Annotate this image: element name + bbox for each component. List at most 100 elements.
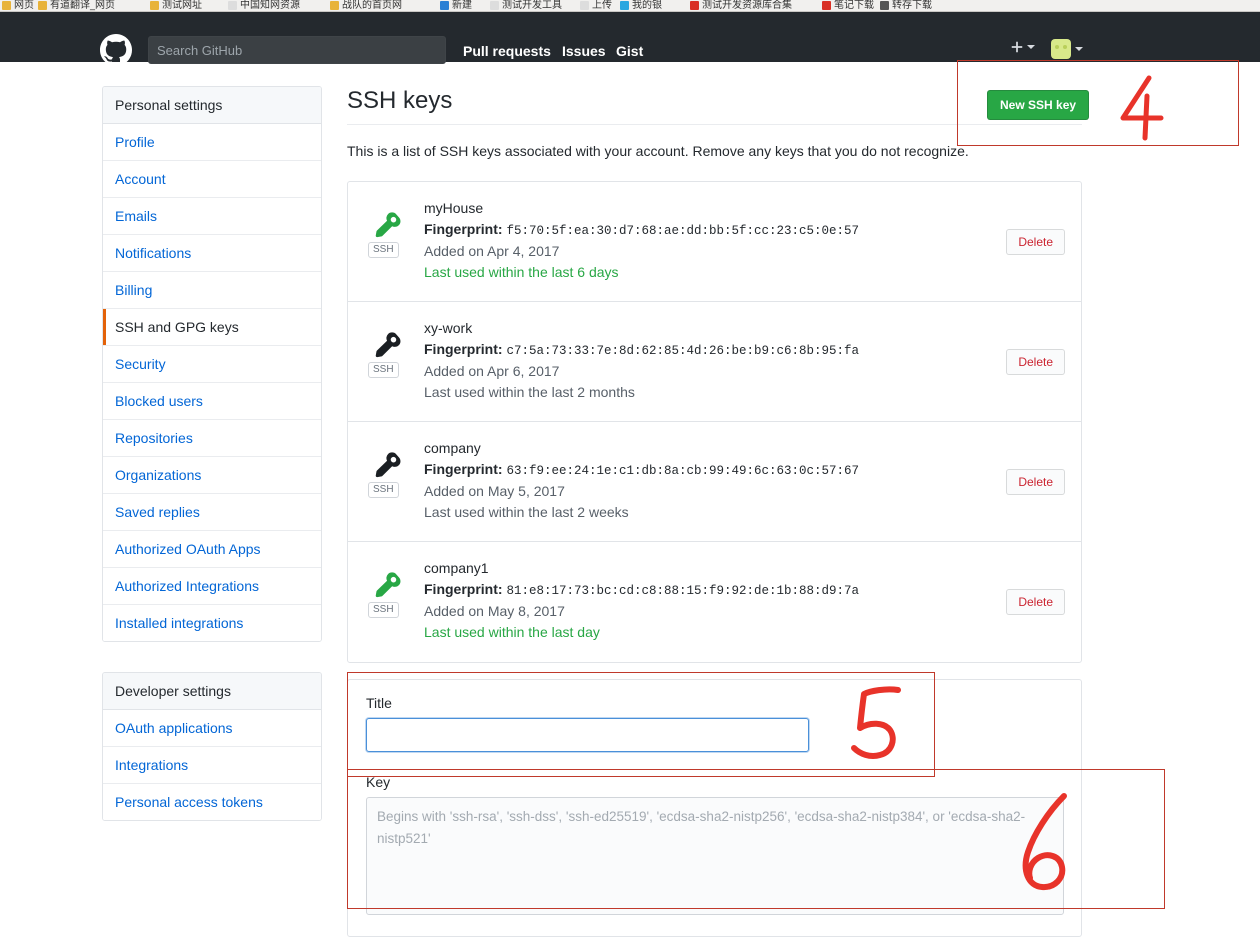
status-badge: SSH [368,362,399,378]
status-badge: SSH [368,242,399,258]
key-last-used: Last used within the last 2 months [424,384,635,400]
bookmark-favicon [150,1,159,10]
sidebar-item-profile[interactable]: Profile [103,124,321,161]
github-mark-icon[interactable] [100,34,132,66]
bookmark-favicon [620,1,629,10]
table-row: SSH company Fingerprint: 63:f9:ee:24:1e:… [348,422,1081,542]
github-header: Pull requests Issues Gist [0,12,1260,66]
bookmark-item[interactable]: 笔记下载 [834,0,874,11]
title-label: Title [366,695,392,711]
fingerprint-value: 63:f9:ee:24:1e:c1:db:8a:cb:99:49:6c:63:0… [506,464,859,478]
sidebar-item-account[interactable]: Account [103,161,321,198]
account-menu[interactable] [1051,39,1083,59]
bookmark-item[interactable]: 新建 [452,0,472,11]
key-title: xy-work [424,320,473,336]
sidebar-item-security[interactable]: Security [103,346,321,383]
bookmark-favicon [440,1,449,10]
developer-settings-group: Developer settings OAuth applications In… [102,672,322,821]
bookmark-item[interactable]: 转存下载 [892,0,932,11]
key-added-date: Added on Apr 6, 2017 [424,363,560,379]
key-added-date: Added on May 5, 2017 [424,483,565,499]
nav-gist[interactable]: Gist [616,43,643,59]
new-ssh-key-form: Title Key [347,679,1082,937]
fingerprint-label: Fingerprint: [424,341,503,357]
bookmark-item[interactable]: 战队的首页网 [342,0,402,11]
key-field-block: Key [366,774,1064,918]
key-last-used: Last used within the last 2 weeks [424,504,629,520]
bookmark-item[interactable]: 有道翻译_网页 [50,0,115,11]
keys-description: This is a list of SSH keys associated wi… [347,143,969,159]
bookmark-item[interactable]: 网页 [14,0,34,11]
key-details: company1 Fingerprint: 81:e8:17:73:bc:cd:… [424,556,1006,640]
key-fingerprint: Fingerprint: 63:f9:ee:24:1e:c1:db:8a:cb:… [424,461,1006,478]
key-icon [375,332,401,358]
main-content: SSH keys This is a list of SSH keys asso… [347,86,1082,937]
bookmark-favicon [822,1,831,10]
key-textarea[interactable] [366,797,1064,915]
key-details: myHouse Fingerprint: f5:70:5f:ea:30:d7:6… [424,196,1006,280]
sidebar-item-integrations[interactable]: Integrations [103,747,321,784]
chevron-down-icon [1075,47,1083,51]
bookmark-item[interactable]: 测试开发工具 [502,0,562,11]
sidebar-item-authorized-integrations[interactable]: Authorized Integrations [103,568,321,605]
browser-bookmarks-bar[interactable]: 网页 有道翻译_网页 测试网址 中国知网资源 战队的首页网 新建 测试开发工具 上传 我的银 测试… [0,0,1260,12]
key-icon-group: SSH [368,436,424,498]
sidebar-item-installed-integrations[interactable]: Installed integrations [103,605,321,641]
title-input[interactable] [366,718,809,752]
annotation-number-4 [1120,75,1164,141]
delete-button[interactable]: Delete [1006,468,1065,495]
status-badge: SSH [368,482,399,498]
nav-pull-requests[interactable]: Pull requests [463,43,551,59]
sidebar-item-blocked-users[interactable]: Blocked users [103,383,321,420]
status-badge: SSH [368,602,399,618]
sidebar-item-ssh-and-gpg-keys[interactable]: SSH and GPG keys [103,309,321,346]
create-new-menu[interactable] [1010,40,1035,54]
new-ssh-key-button[interactable]: New SSH key [987,90,1090,120]
key-icon [375,212,401,238]
delete-button[interactable]: Delete [1006,589,1065,615]
sidebar-item-personal-access-tokens[interactable]: Personal access tokens [103,784,321,820]
table-row: SSH company1 Fingerprint: 81:e8:17:73:bc… [348,542,1081,662]
table-row: SSH myHouse Fingerprint: f5:70:5f:ea:30:… [348,182,1081,302]
bookmark-favicon [690,1,699,10]
sidebar-item-repositories[interactable]: Repositories [103,420,321,457]
key-icon-group: SSH [368,196,424,258]
delete-button[interactable]: Delete [1006,348,1065,375]
bookmark-favicon [2,1,11,10]
bookmark-item[interactable]: 我的银 [632,0,662,11]
key-fingerprint: Fingerprint: f5:70:5f:ea:30:d7:68:ae:dd:… [424,221,1006,238]
developer-settings-heading: Developer settings [103,673,321,710]
delete-button[interactable]: Delete [1006,228,1065,255]
sidebar-item-authorized-oauth-apps[interactable]: Authorized OAuth Apps [103,531,321,568]
bookmark-favicon [330,1,339,10]
bookmark-favicon [580,1,589,10]
key-icon-group: SSH [368,556,424,618]
key-icon [375,452,401,478]
nav-issues[interactable]: Issues [562,43,606,59]
settings-sidebar: Personal settings Profile Account Emails… [102,86,322,821]
sidebar-item-oauth-applications[interactable]: OAuth applications [103,710,321,747]
plus-icon [1011,41,1023,53]
sidebar-item-billing[interactable]: Billing [103,272,321,309]
bookmark-item[interactable]: 上传 [592,0,612,11]
key-icon [375,572,401,598]
fingerprint-value: c7:5a:73:33:7e:8d:62:85:4d:26:be:b9:c6:8… [506,344,859,358]
search-input[interactable] [148,36,446,64]
key-last-used: Last used within the last 6 days [424,264,619,280]
fingerprint-label: Fingerprint: [424,581,503,597]
sidebar-item-organizations[interactable]: Organizations [103,457,321,494]
key-icon-group: SSH [368,316,424,378]
fingerprint-value: 81:e8:17:73:bc:cd:c8:88:15:f9:92:de:1b:8… [506,584,859,598]
sidebar-item-emails[interactable]: Emails [103,198,321,235]
sidebar-item-notifications[interactable]: Notifications [103,235,321,272]
bookmark-item[interactable]: 测试网址 [162,0,202,11]
bookmark-favicon [38,1,47,10]
key-fingerprint: Fingerprint: c7:5a:73:33:7e:8d:62:85:4d:… [424,341,1006,358]
key-title: myHouse [424,200,484,216]
key-details: company Fingerprint: 63:f9:ee:24:1e:c1:d… [424,436,1006,520]
table-row: SSH xy-work Fingerprint: c7:5a:73:33:7e:… [348,302,1081,422]
bookmark-item[interactable]: 中国知网资源 [240,0,300,11]
avatar [1051,39,1071,59]
sidebar-item-saved-replies[interactable]: Saved replies [103,494,321,531]
bookmark-item[interactable]: 测试开发资源库合集 [702,0,792,11]
